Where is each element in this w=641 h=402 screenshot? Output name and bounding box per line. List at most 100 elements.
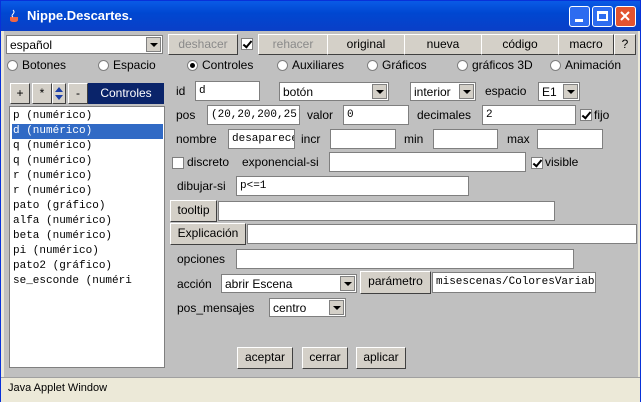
pos-field[interactable]: (20,20,200,25) [207, 105, 300, 125]
max-field[interactable] [537, 129, 603, 149]
applet-window: Nippe.Descartes. español deshacer rehace… [0, 0, 641, 402]
accion-select[interactable]: abrir Escena [221, 274, 357, 293]
decimales-label: decimales [417, 108, 472, 122]
fijo-checkbox[interactable] [580, 109, 592, 121]
undo-button[interactable]: deshacer [168, 34, 238, 55]
visible-label: visible [545, 155, 579, 169]
code-button[interactable]: código [481, 34, 559, 55]
exponencial-field[interactable] [329, 152, 526, 172]
tab-auxiliares-radio[interactable] [277, 60, 288, 71]
tab-botones[interactable]: Botones [22, 58, 66, 72]
space-select[interactable]: E1 [538, 82, 580, 101]
list-item[interactable]: r (numérico) [12, 169, 163, 184]
status-text: Java Applet Window [8, 382, 108, 394]
tab-espacio-radio[interactable] [98, 60, 109, 71]
apply-button[interactable]: aplicar [356, 347, 406, 369]
decimales-field[interactable]: 2 [482, 105, 576, 125]
visible-checkbox[interactable] [531, 157, 543, 169]
list-item[interactable]: r (numérico) [12, 184, 163, 199]
id-field[interactable]: d [195, 81, 260, 101]
explicacion-field[interactable] [247, 224, 637, 244]
dibujar-label: dibujar-si [177, 179, 226, 193]
dibujar-field[interactable]: p<=1 [236, 176, 469, 196]
accion-value: abrir Escena [225, 277, 293, 291]
accept-button[interactable]: aceptar [237, 347, 293, 369]
discreto-label: discreto [187, 155, 230, 169]
list-item[interactable]: alfa (numérico) [12, 214, 163, 229]
region-select[interactable]: interior [410, 82, 476, 101]
pos-mensajes-select[interactable]: centro [269, 298, 346, 317]
space-value: E1 [542, 85, 557, 99]
list-item[interactable]: d (numérico) [12, 124, 163, 139]
min-label: min [404, 132, 424, 146]
redo-button[interactable]: rehacer [258, 34, 328, 55]
valor-field[interactable]: 0 [343, 105, 409, 125]
chevron-down-icon [459, 84, 474, 99]
space-label: espacio [485, 84, 527, 98]
tab-controles-radio[interactable] [187, 60, 198, 71]
parametro-field[interactable]: misescenas/ColoresVariables [432, 272, 596, 293]
opciones-field[interactable] [236, 249, 574, 269]
controls-list[interactable]: p (numérico) d (numérico) q (numérico) q… [9, 106, 165, 368]
chevron-down-icon [340, 276, 355, 291]
original-button[interactable]: original [327, 34, 405, 55]
control-type-select[interactable]: botón [279, 82, 389, 101]
nombre-field[interactable]: desaparecer [228, 129, 295, 149]
tab-graficos-radio[interactable] [367, 60, 378, 71]
min-field[interactable] [433, 129, 498, 149]
tooltip-field[interactable] [218, 201, 555, 221]
chevron-down-icon [146, 37, 161, 52]
controls-header: Controles [88, 83, 164, 104]
tab-botones-radio[interactable] [7, 60, 18, 71]
language-select[interactable]: español [6, 35, 163, 54]
exponencial-label: exponencial-si [242, 155, 319, 169]
tab-animacion-radio[interactable] [550, 60, 561, 71]
accion-label: acción [177, 277, 212, 291]
parametro-button[interactable]: parámetro [360, 271, 431, 294]
tab-animacion[interactable]: Animación [565, 58, 621, 72]
control-type-value: botón [283, 85, 314, 99]
list-item[interactable]: p (numérico) [12, 109, 163, 124]
fijo-label: fijo [594, 108, 610, 122]
incr-field[interactable] [330, 129, 396, 149]
language-value: español [10, 38, 53, 52]
tab-controles[interactable]: Controles [202, 58, 253, 72]
macro-button[interactable]: macro [558, 34, 614, 55]
list-item[interactable]: pato (gráfico) [12, 199, 163, 214]
reorder-control-button[interactable] [52, 83, 66, 104]
help-button[interactable]: ? [614, 34, 636, 55]
list-item[interactable]: pato2 (gráfico) [12, 259, 163, 274]
add-control-button[interactable]: + [10, 83, 30, 104]
close-dialog-button[interactable]: cerrar [302, 347, 348, 369]
tab-auxiliares[interactable]: Auxiliares [292, 58, 344, 72]
list-item[interactable]: pi (numérico) [12, 244, 163, 259]
tab-graficos3d-radio[interactable] [457, 60, 468, 71]
status-bar: Java Applet Window [1, 377, 640, 402]
tab-graficos3d[interactable]: gráficos 3D [472, 58, 533, 72]
new-button[interactable]: nueva [404, 34, 482, 55]
nombre-label: nombre [176, 132, 217, 146]
tooltip-button[interactable]: tooltip [170, 200, 217, 222]
title-bar[interactable]: Nippe.Descartes. [1, 1, 640, 31]
maximize-button[interactable] [592, 6, 613, 27]
pos-mensajes-value: centro [273, 301, 307, 315]
tab-graficos[interactable]: Gráficos [382, 58, 427, 72]
list-item[interactable]: q (numérico) [12, 139, 163, 154]
list-item[interactable]: beta (numérico) [12, 229, 163, 244]
up-down-arrows-icon [55, 87, 63, 100]
explicacion-button[interactable]: Explicación [170, 223, 246, 245]
list-item[interactable]: se_esconde (numéri [12, 274, 163, 289]
tabs-row: Botones Espacio Controles Auxiliares Grá… [4, 57, 638, 75]
tab-espacio[interactable]: Espacio [113, 58, 156, 72]
remove-control-button[interactable]: - [68, 83, 88, 104]
close-icon [620, 11, 630, 21]
list-item[interactable]: q (numérico) [12, 154, 163, 169]
java-cup-icon [10, 9, 18, 22]
discreto-checkbox[interactable] [172, 157, 184, 169]
minimize-button[interactable] [569, 6, 590, 27]
close-button[interactable] [615, 6, 636, 27]
max-label: max [507, 132, 530, 146]
pos-mensajes-label: pos_mensajes [177, 301, 255, 315]
undo-checkbox[interactable] [241, 38, 253, 50]
star-control-button[interactable]: * [32, 83, 52, 104]
